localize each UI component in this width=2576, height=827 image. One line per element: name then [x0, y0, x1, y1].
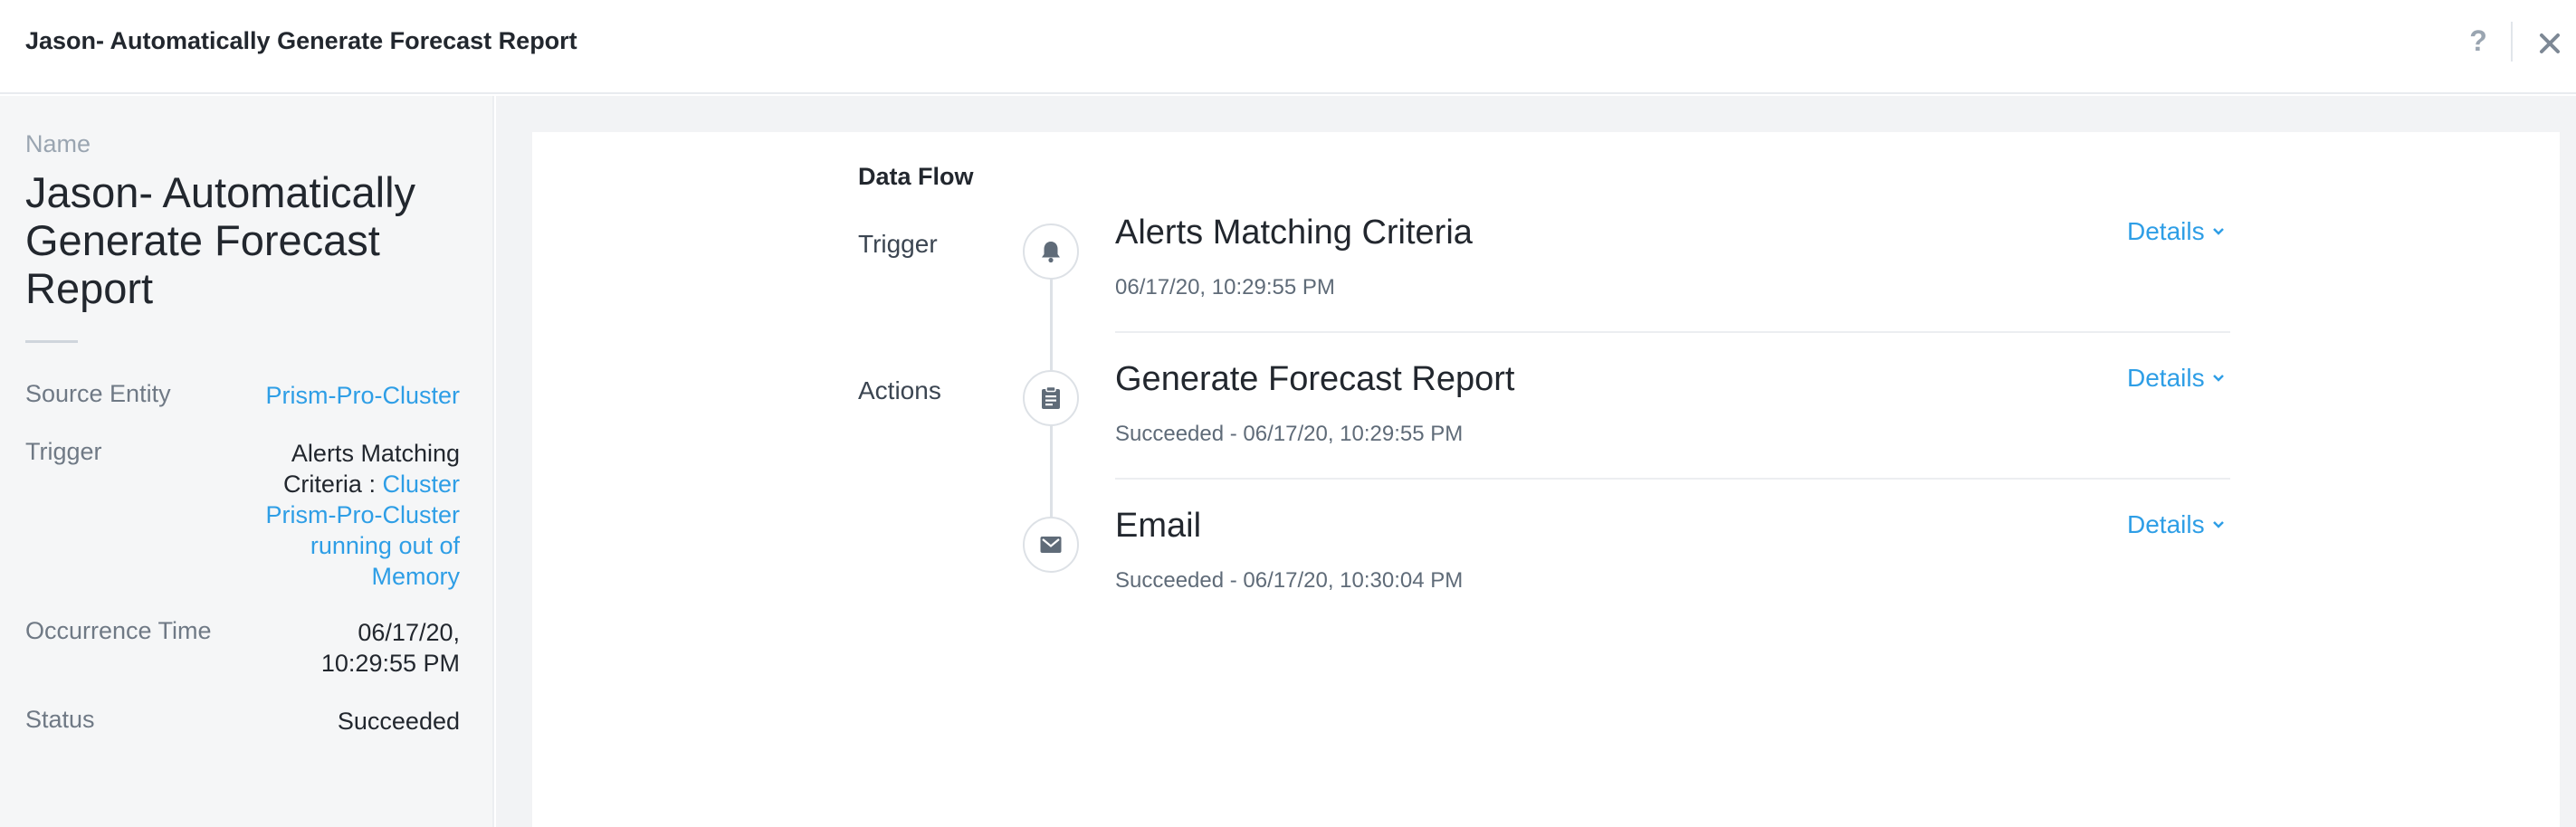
step-status-generate-report: Succeeded - 06/17/20, 10:29:55 PM: [1115, 422, 1464, 446]
step-time-alerts: 06/17/20, 10:29:55 PM: [1115, 275, 1335, 299]
chevron-down-icon: [2212, 228, 2224, 235]
envelope-icon: [1023, 517, 1079, 573]
chevron-down-icon: [2212, 375, 2224, 382]
clipboard-icon: [1023, 370, 1079, 426]
step-title-email: Email: [1115, 507, 1202, 545]
details-toggle-generate-report[interactable]: Details: [2127, 364, 2225, 393]
occurrence-time-value: 06/17/20, 10:29:55 PM: [320, 619, 460, 677]
step-title-generate-report: Generate Forecast Report: [1115, 360, 1515, 398]
name-divider: [25, 340, 78, 343]
name-label: Name: [25, 130, 91, 157]
occurrence-time-label: Occurrence Time: [25, 617, 212, 644]
chevron-down-icon: [2212, 521, 2224, 528]
details-toggle-alerts[interactable]: Details: [2127, 217, 2225, 246]
trigger-value: Alerts Matching Criteria : Cluster Prism…: [252, 438, 460, 592]
source-entity-link[interactable]: Prism-Pro-Cluster: [224, 380, 460, 411]
trigger-stage-label: Trigger: [858, 230, 938, 258]
bell-icon: [1023, 223, 1079, 280]
details-toggle-email[interactable]: Details: [2127, 510, 2225, 539]
dialog-header: Jason- Automatically Generate Forecast R…: [0, 0, 2576, 94]
details-label: Details: [2127, 364, 2205, 392]
data-flow-title: Data Flow: [858, 163, 974, 190]
details-sidebar: Name Jason- Automatically Generate Forec…: [0, 96, 494, 827]
trigger-label: Trigger: [25, 438, 102, 465]
close-icon[interactable]: [2536, 25, 2563, 58]
data-flow-card: [532, 132, 2560, 827]
details-label: Details: [2127, 217, 2205, 245]
status-value: Succeeded: [337, 708, 460, 735]
actions-stage-label: Actions: [858, 376, 941, 404]
step-divider: [1115, 478, 2230, 480]
header-divider: [2511, 22, 2513, 62]
step-title-alerts: Alerts Matching Criteria: [1115, 214, 1473, 252]
source-entity-label: Source Entity: [25, 380, 171, 407]
question-mark-icon[interactable]: ?: [2466, 24, 2490, 57]
step-status-email: Succeeded - 06/17/20, 10:30:04 PM: [1115, 568, 1464, 593]
dialog-title: Jason- Automatically Generate Forecast R…: [25, 27, 577, 54]
details-label: Details: [2127, 510, 2205, 538]
step-divider: [1115, 331, 2230, 333]
name-value: Jason- Automatically Generate Forecast R…: [25, 168, 416, 312]
status-label: Status: [25, 706, 95, 733]
